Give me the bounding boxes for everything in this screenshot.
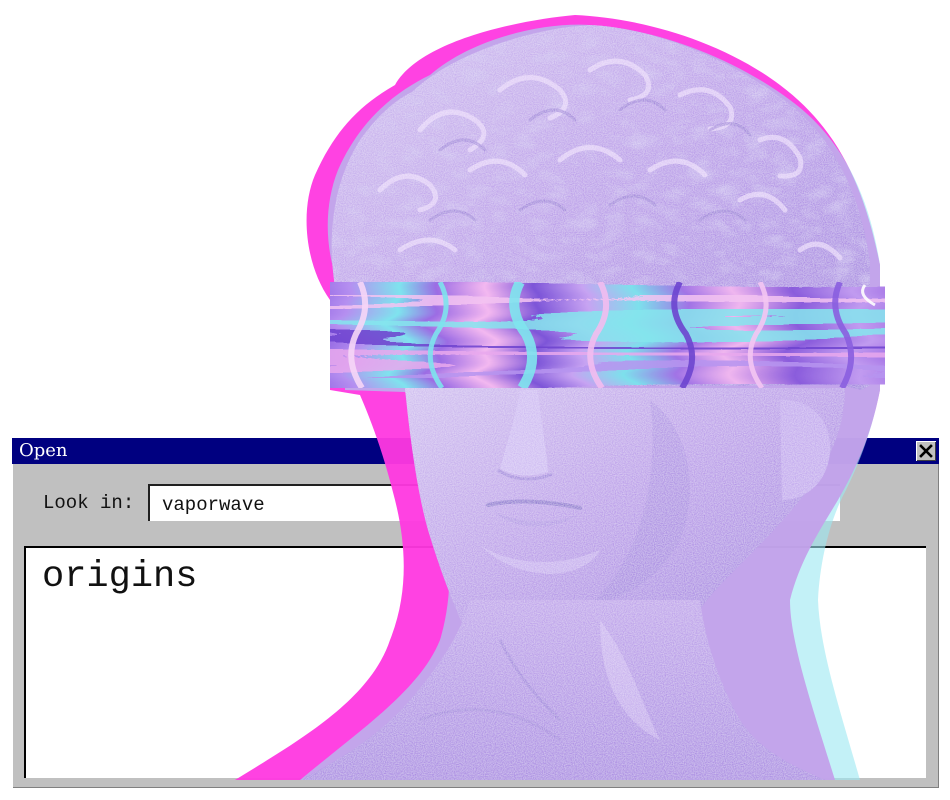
close-icon [919, 444, 933, 458]
title-bar[interactable]: Open [12, 438, 939, 464]
statue-head [331, 25, 871, 390]
glitch-band [330, 282, 885, 388]
look-in-label: Look in: [43, 492, 135, 514]
screen: Open Look in: vaporwave origins [0, 0, 950, 800]
close-button[interactable] [916, 441, 936, 461]
open-dialog: Open Look in: vaporwave origins [12, 438, 939, 788]
look-in-value: vaporwave [162, 494, 265, 516]
window-title: Open [19, 440, 68, 461]
look-in-field[interactable]: vaporwave [148, 484, 840, 521]
file-list-item[interactable]: origins [42, 556, 197, 598]
file-list[interactable]: origins [24, 546, 926, 778]
